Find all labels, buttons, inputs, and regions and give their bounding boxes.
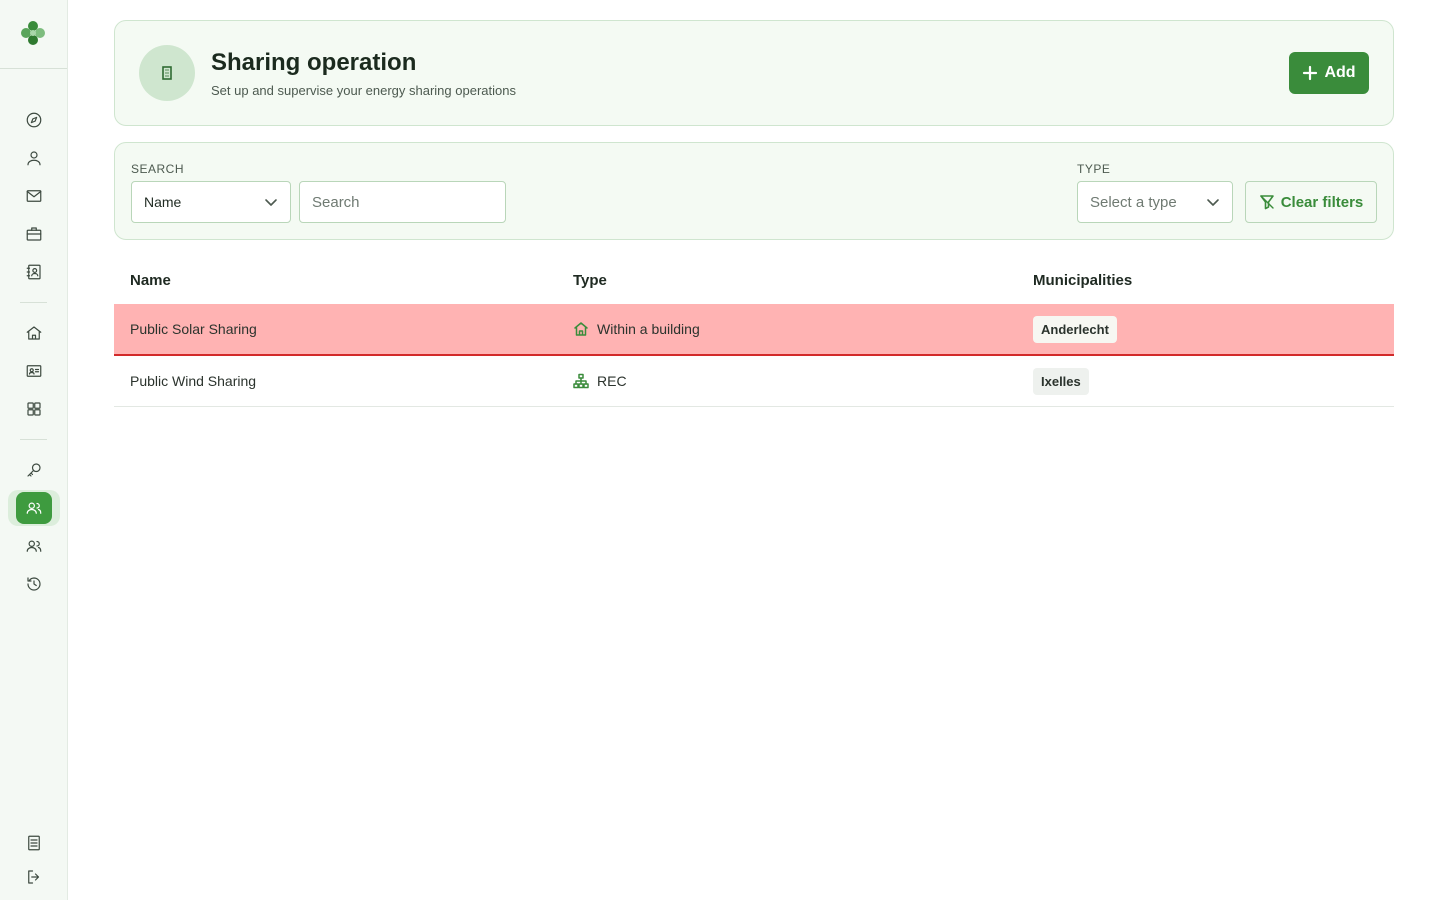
- chevron-down-icon: [264, 195, 278, 209]
- nav-groups[interactable]: [16, 530, 52, 562]
- search-input[interactable]: [299, 181, 506, 223]
- table-row[interactable]: Public Solar Sharing Within a building A…: [114, 304, 1394, 356]
- add-button[interactable]: Add: [1289, 52, 1369, 94]
- logout-icon: [28, 870, 40, 884]
- compass-icon: [26, 112, 42, 128]
- page-subtitle: Set up and supervise your energy sharing…: [211, 83, 516, 98]
- users-icon: [26, 502, 42, 514]
- type-select-placeholder: Select a type: [1090, 193, 1177, 211]
- row-type-label: REC: [597, 373, 627, 389]
- table-row[interactable]: Public Wind Sharing REC Ixelles: [114, 356, 1394, 407]
- group-icon: [26, 540, 42, 552]
- type-select[interactable]: Select a type: [1077, 181, 1233, 223]
- type-label: TYPE: [1077, 162, 1111, 176]
- nav-explore[interactable]: [16, 104, 52, 136]
- page-header: Sharing operation Set up and supervise y…: [114, 20, 1394, 126]
- filter-clear-icon: [1259, 195, 1274, 210]
- nav-profile[interactable]: [16, 142, 52, 174]
- row-name: Public Wind Sharing: [130, 373, 257, 389]
- nav-history[interactable]: [16, 568, 52, 600]
- header-icon-badge: [139, 45, 195, 101]
- clear-filters-button[interactable]: Clear filters: [1245, 181, 1377, 223]
- app-logo[interactable]: [18, 18, 48, 48]
- search-field-select[interactable]: Name: [131, 181, 291, 223]
- nav-apps[interactable]: [16, 393, 52, 425]
- briefcase-icon: [26, 227, 42, 241]
- search-label: SEARCH: [131, 162, 185, 176]
- id-card-icon: [26, 365, 42, 377]
- key-icon: [27, 463, 41, 477]
- nav-work[interactable]: [16, 218, 52, 250]
- column-header-type[interactable]: Type: [573, 272, 607, 289]
- building-icon: [162, 66, 172, 80]
- document-icon: [28, 835, 40, 851]
- nav-logout[interactable]: [16, 861, 52, 893]
- page-title: Sharing operation: [211, 49, 417, 76]
- sidebar-divider: [20, 439, 47, 440]
- contact-book-icon: [26, 264, 41, 280]
- filter-panel: SEARCH Name TYPE Select a type Clear fil…: [114, 142, 1394, 240]
- municipality-badge: Anderlecht: [1033, 316, 1117, 343]
- nav-home[interactable]: [16, 317, 52, 349]
- building-home-icon: [574, 322, 588, 336]
- mail-icon: [26, 190, 42, 202]
- nav-messages[interactable]: [16, 180, 52, 212]
- nav-documentation[interactable]: [16, 827, 52, 859]
- nav-cards[interactable]: [16, 355, 52, 387]
- history-icon: [27, 577, 41, 591]
- clear-filters-label: Clear filters: [1280, 193, 1364, 211]
- add-button-label: Add: [1324, 64, 1356, 81]
- chevron-down-icon: [1206, 195, 1220, 209]
- plus-icon: [1303, 65, 1318, 81]
- column-header-name[interactable]: Name: [130, 272, 171, 289]
- nav-sharing-operations[interactable]: [16, 492, 52, 524]
- network-icon: [573, 373, 589, 389]
- sharing-operations-table: Name Type Municipalities Public Solar Sh…: [114, 258, 1394, 407]
- user-icon: [27, 151, 41, 166]
- nav-contacts[interactable]: [16, 256, 52, 288]
- sidebar-divider: [20, 302, 47, 303]
- home-icon: [26, 326, 42, 340]
- row-type: REC: [573, 373, 627, 389]
- table-header: Name Type Municipalities: [114, 258, 1394, 304]
- row-type-label: Within a building: [597, 321, 700, 337]
- sidebar: [0, 0, 68, 900]
- municipality-badge: Ixelles: [1033, 368, 1089, 395]
- sidebar-divider: [0, 68, 67, 69]
- search-field-value: Name: [144, 194, 182, 210]
- row-name: Public Solar Sharing: [130, 321, 257, 337]
- row-type: Within a building: [573, 321, 700, 337]
- nav-access[interactable]: [16, 454, 52, 486]
- grid-icon: [27, 402, 41, 416]
- column-header-municipalities[interactable]: Municipalities: [1033, 272, 1132, 289]
